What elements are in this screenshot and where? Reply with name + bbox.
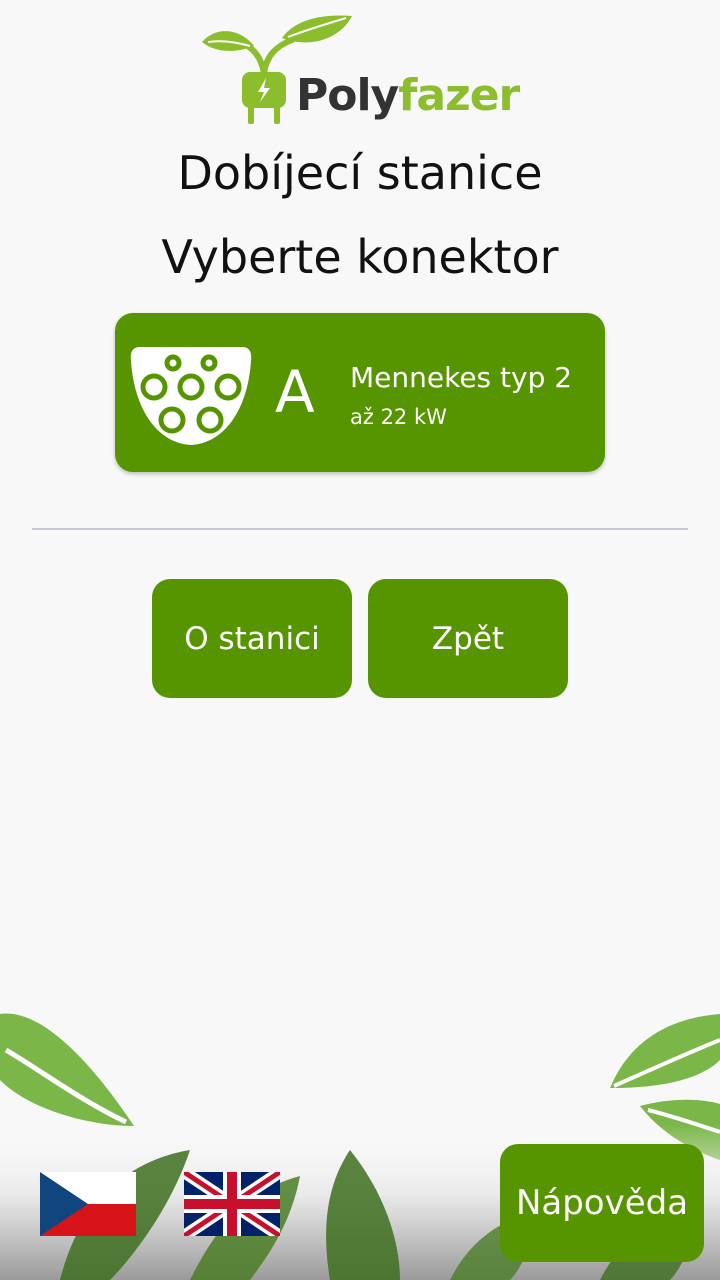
logo-wordmark: Polyfazer (296, 70, 520, 121)
connector-letter: A (275, 358, 315, 426)
back-button[interactable]: Zpět (368, 579, 568, 698)
czech-flag-icon[interactable] (40, 1172, 136, 1236)
connector-power: až 22 kW (350, 405, 447, 429)
help-button[interactable]: Nápověda (500, 1144, 704, 1262)
about-station-button[interactable]: O stanici (152, 579, 352, 698)
type2-plug-icon (130, 347, 252, 445)
connector-name: Mennekes typ 2 (350, 361, 573, 394)
connector-card-a[interactable]: A Mennekes typ 2 až 22 kW (115, 313, 605, 472)
polyfazer-logo: Polyfazer (196, 12, 536, 130)
divider (32, 528, 688, 530)
logo-text-fazer: fazer (398, 70, 520, 121)
page-subtitle: Vyberte konektor (161, 230, 559, 284)
page-title: Dobíjecí stanice (177, 146, 543, 200)
uk-flag-icon[interactable] (184, 1172, 280, 1236)
logo-text-poly: Poly (296, 70, 399, 121)
